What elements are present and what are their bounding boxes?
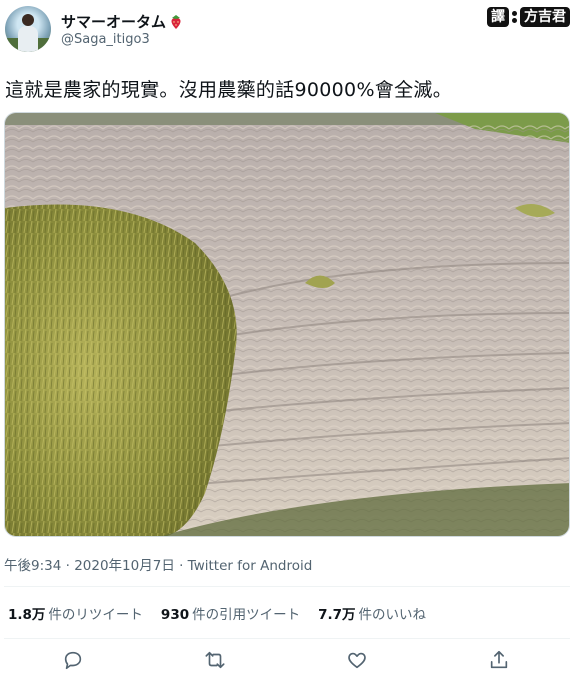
user-handle[interactable]: @Saga_itigo3 xyxy=(61,32,150,47)
retweet-button[interactable] xyxy=(204,649,228,673)
retweet-icon xyxy=(205,651,225,669)
retweet-count: 1.8万 xyxy=(8,607,46,623)
colon-icon xyxy=(511,11,518,23)
quote-label: 件の引用ツイート xyxy=(192,607,301,623)
like-button[interactable] xyxy=(346,649,370,673)
reply-icon xyxy=(64,651,82,670)
translator-name: 方吉君 xyxy=(520,7,570,27)
tweet-header: サマーオータム @Saga_itigo3 譯 方吉君 xyxy=(0,0,573,62)
display-name-text: サマーオータム xyxy=(61,13,167,31)
tweet-actions xyxy=(0,647,573,677)
translator-label: 譯 xyxy=(487,7,509,27)
quote-count: 930 xyxy=(160,607,190,623)
strawberry-icon xyxy=(169,14,183,30)
avatar[interactable] xyxy=(5,6,51,52)
like-label: 件のいいね xyxy=(358,607,427,623)
share-button[interactable] xyxy=(488,649,512,673)
divider xyxy=(4,586,570,587)
tweet-stats: 1.8万 件のリツイート 930 件の引用ツイート 7.7万 件のいいね xyxy=(8,603,426,623)
retweet-label: 件のリツイート xyxy=(48,607,143,623)
tweet-photo[interactable] xyxy=(4,112,570,537)
share-icon xyxy=(490,650,508,669)
retweet-count-stat[interactable]: 1.8万 件のリツイート xyxy=(8,603,143,623)
like-count-stat[interactable]: 7.7万 件のいいね xyxy=(318,603,426,623)
translator-credit: 譯 方吉君 xyxy=(487,6,570,28)
like-count: 7.7万 xyxy=(318,607,356,623)
tweet-text: 這就是農家的現實。沒用農藥的話90000%會全滅。 xyxy=(5,79,452,101)
reply-button[interactable] xyxy=(62,649,86,673)
rice-field-image xyxy=(5,113,569,536)
quote-count-stat[interactable]: 930 件の引用ツイート xyxy=(161,603,300,623)
like-icon xyxy=(348,652,366,669)
divider xyxy=(4,638,570,639)
tweet-timestamp[interactable]: 午後9:34 · 2020年10月7日 · Twitter for Androi… xyxy=(4,554,312,574)
display-name[interactable]: サマーオータム xyxy=(61,11,183,32)
